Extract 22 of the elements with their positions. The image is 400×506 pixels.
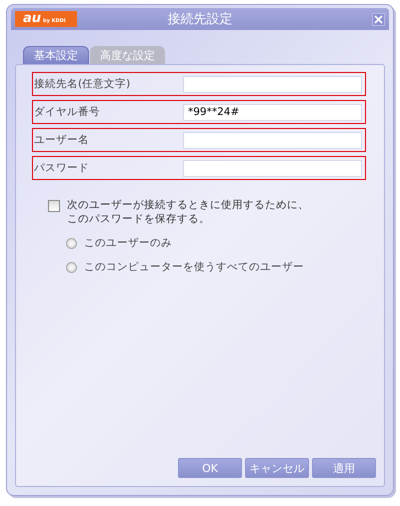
radio-button[interactable] <box>66 262 77 272</box>
window-title: 接続先設定 <box>168 12 232 27</box>
input-field[interactable] <box>183 132 362 148</box>
field-label: 接続先名(任意文字) <box>34 77 132 91</box>
field-label: ユーザー名 <box>34 133 90 147</box>
checkbox-label: 次のユーザーが接続するときに使用するために、このパスワードを保存する。 <box>67 198 310 226</box>
input-field[interactable]: *99**24# <box>183 104 362 120</box>
checkbox[interactable] <box>48 200 60 212</box>
dialog-button[interactable]: OK <box>178 458 242 478</box>
radio-label: このコンピューターを使うすべてのユーザー <box>84 260 304 274</box>
close-button[interactable] <box>372 12 385 26</box>
field-label: ダイヤル番号 <box>34 105 101 119</box>
tab[interactable]: 基本設定 <box>23 46 89 64</box>
radio-button[interactable] <box>66 238 77 248</box>
input-field[interactable] <box>183 160 362 176</box>
field-label: パスワード <box>34 161 90 175</box>
radio-label: このユーザーのみ <box>84 236 172 250</box>
close-icon <box>374 14 383 24</box>
input-field[interactable] <box>183 76 362 92</box>
tab[interactable]: 高度な設定 <box>90 46 165 64</box>
dialog-button[interactable]: 適用 <box>312 458 376 478</box>
dialog-button[interactable]: キャンセル <box>245 458 309 478</box>
